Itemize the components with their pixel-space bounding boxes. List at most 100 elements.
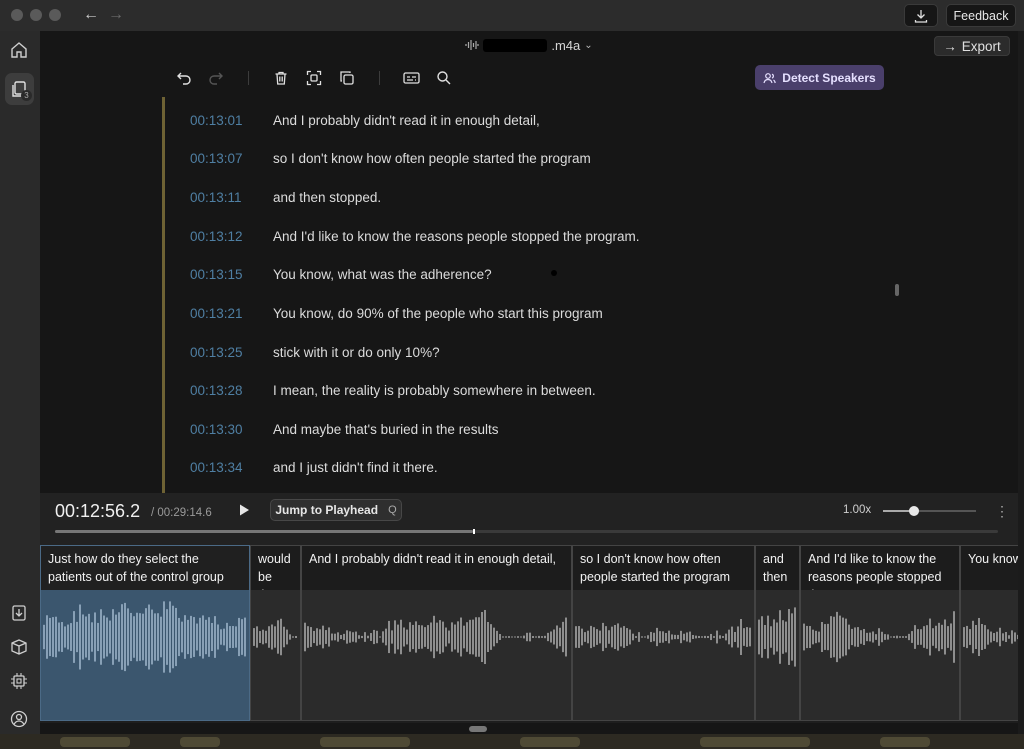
title-bar: ← → Feedback — [0, 0, 1024, 31]
timeline-segment[interactable]: Just how do they select the patients out… — [40, 545, 250, 721]
current-time: 00:12:56.2 — [55, 501, 141, 521]
desktop-background — [0, 734, 1024, 749]
timestamp[interactable]: 00:13:21 — [190, 306, 273, 321]
total-time: / 00:29:14.6 — [151, 507, 212, 519]
detect-speakers-label: Detect Speakers — [782, 70, 876, 85]
transcript-pane: 00:13:01 And I probably didn't read it in… — [40, 97, 1018, 493]
timeline-segment[interactable]: You know — [960, 545, 1018, 721]
segment-text[interactable]: And I probably didn't read it in enough … — [302, 546, 571, 590]
timestamp[interactable]: 00:13:28 — [190, 383, 273, 398]
segment-text[interactable]: and then stopped. — [756, 546, 799, 590]
files-count-badge: 3 — [21, 90, 32, 101]
timestamp[interactable]: 00:13:07 — [190, 151, 273, 166]
segment-text[interactable]: You know — [961, 546, 1018, 590]
timestamp[interactable]: 00:13:01 — [190, 113, 273, 128]
segment-text[interactable]: And I'd like to know the reasons people … — [801, 546, 959, 590]
segment-text[interactable]: so I don't know how often people started… — [573, 546, 754, 590]
transcript-line[interactable]: 00:13:12 And I'd like to know the reasons… — [190, 226, 640, 246]
transcript-line[interactable]: 00:13:21 You know, do 90% of the people w… — [190, 303, 603, 323]
transcript-text[interactable]: And maybe that's buried in the results — [273, 422, 498, 437]
transcript-text[interactable]: and I just didn't find it there. — [273, 460, 438, 475]
transcript-line[interactable]: 00:13:28 I mean, the reality is probably … — [190, 380, 596, 400]
trash-icon[interactable] — [272, 69, 290, 87]
account-icon[interactable] — [8, 708, 30, 730]
select-region-icon[interactable] — [305, 69, 323, 87]
segment-text[interactable]: would be the... — [251, 546, 300, 590]
timeline-segment[interactable]: And I'd like to know the reasons people … — [800, 545, 960, 721]
package-icon[interactable] — [8, 636, 30, 658]
playhead[interactable] — [472, 529, 475, 534]
speakers-icon — [763, 72, 777, 83]
close-window-button[interactable] — [11, 9, 23, 21]
toolbar-divider — [379, 71, 380, 85]
transcript-line[interactable]: 00:13:25 stick with it or do only 10%? — [190, 342, 440, 362]
segment-text[interactable]: Just how do they select the patients out… — [41, 546, 249, 590]
transcript-text[interactable]: And I'd like to know the reasons people … — [273, 229, 640, 244]
search-icon[interactable] — [435, 69, 453, 87]
waveform — [253, 618, 297, 656]
transcript-line[interactable]: 00:13:30 And maybe that's buried in the r… — [190, 419, 498, 439]
timestamp[interactable]: 00:13:15 — [190, 267, 273, 282]
transcript-text[interactable]: and then stopped. — [273, 190, 381, 205]
timestamp[interactable]: 00:13:34 — [190, 460, 273, 475]
redacted-file-name — [483, 38, 548, 52]
transcript-text[interactable]: stick with it or do only 10%? — [273, 345, 440, 360]
detect-speakers-button[interactable]: Detect Speakers — [755, 65, 884, 90]
jump-to-playhead-button[interactable]: Jump to Playhead Q — [270, 499, 402, 521]
home-icon[interactable] — [8, 39, 30, 61]
timeline-scrollbar[interactable] — [469, 726, 487, 732]
timeline-segment[interactable]: so I don't know how often people started… — [572, 545, 755, 721]
timestamp[interactable]: 00:13:12 — [190, 229, 273, 244]
transcript-scrollbar[interactable] — [895, 284, 899, 296]
timestamp[interactable]: 00:13:25 — [190, 345, 273, 360]
speed-slider-knob[interactable] — [908, 506, 919, 516]
more-options-icon[interactable]: ⋮ — [995, 503, 1009, 520]
playback-progress-fill — [55, 530, 473, 533]
timeline-segment[interactable]: would be the... — [250, 545, 301, 721]
export-label: Export — [961, 38, 1001, 54]
redo-icon[interactable] — [207, 69, 225, 87]
transcript-text[interactable]: so I don't know how often people started… — [273, 151, 591, 166]
transcript-text[interactable]: And I probably didn't read it in enough … — [273, 113, 540, 128]
download-button[interactable] — [904, 4, 938, 27]
shortcut-key: Q — [388, 504, 397, 516]
copy-icon[interactable] — [338, 69, 356, 87]
captions-icon[interactable] — [402, 69, 420, 87]
waveform-icon — [465, 40, 479, 50]
timeline-segment[interactable]: and then stopped. — [755, 545, 800, 721]
transcript-text[interactable]: You know, do 90% of the people who start… — [273, 306, 603, 321]
import-icon[interactable] — [8, 602, 30, 624]
waveform — [803, 611, 955, 663]
chip-icon[interactable] — [8, 670, 30, 692]
feedback-button[interactable]: Feedback — [946, 4, 1016, 27]
waveform — [304, 609, 567, 665]
arrow-right-icon: → — [943, 38, 957, 54]
timestamp[interactable]: 00:13:11 — [190, 190, 273, 205]
file-name-dropdown[interactable]: .m4a ⌄ — [465, 38, 593, 53]
transcript-line[interactable]: 00:13:15 You know, what was the adherence… — [190, 264, 492, 284]
speaker-indicator-bar — [162, 97, 165, 493]
toolbar-divider — [248, 71, 249, 85]
timestamp[interactable]: 00:13:30 — [190, 422, 273, 437]
timeline-segment[interactable]: And I probably didn't read it in enough … — [301, 545, 572, 721]
transcript-text[interactable]: You know, what was the adherence? — [273, 267, 492, 282]
transcript-line[interactable]: 00:13:34 and I just didn't find it there. — [190, 457, 438, 477]
transcript-line[interactable]: 00:13:07 so I don't know how often people… — [190, 148, 591, 168]
transcript-text[interactable]: I mean, the reality is probably somewher… — [273, 383, 596, 398]
player-bar: 00:12:56.2 / 00:29:14.6 Jump to Playhead… — [40, 493, 1018, 545]
back-arrow-icon[interactable]: ← — [83, 6, 99, 24]
forward-arrow-icon[interactable]: → — [108, 6, 124, 24]
editor-toolbar: Detect Speakers — [40, 59, 1018, 97]
export-button[interactable]: → Export — [934, 36, 1010, 56]
playback-speed: 1.00x — [843, 504, 872, 516]
waveform — [963, 617, 1018, 657]
play-icon[interactable] — [237, 503, 251, 517]
speed-slider[interactable] — [883, 506, 976, 516]
zoom-window-button[interactable] — [49, 9, 61, 21]
transcript-line[interactable]: 00:13:11 and then stopped. — [190, 187, 381, 207]
minimize-window-button[interactable] — [30, 9, 42, 21]
transcript-line[interactable]: 00:13:01 And I probably didn't read it in… — [190, 110, 540, 130]
jump-to-playhead-label: Jump to Playhead — [275, 503, 379, 517]
playback-progress[interactable] — [55, 529, 998, 534]
undo-icon[interactable] — [175, 69, 193, 87]
